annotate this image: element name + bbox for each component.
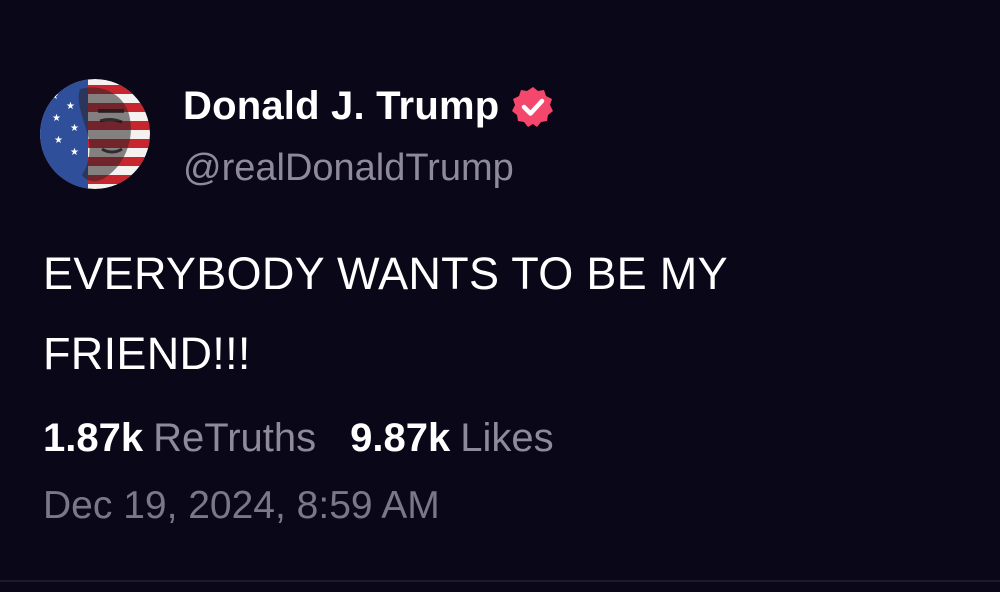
post-stats: 1.87k ReTruths 9.87k Likes [43,416,554,461]
svg-text:★: ★ [66,101,75,112]
avatar-image: ★ ★ ★ ★ ★ ★ [40,79,150,189]
likes-label: Likes [460,416,554,460]
retruths-count: 1.87k [43,416,144,460]
author-avatar[interactable]: ★ ★ ★ ★ ★ ★ [40,79,150,189]
svg-text:★: ★ [70,123,79,134]
svg-text:★: ★ [50,91,59,102]
svg-text:★: ★ [70,147,79,158]
svg-text:★: ★ [52,113,61,124]
svg-text:★: ★ [54,135,63,146]
likes-count: 9.87k [350,416,451,460]
retruths-stat[interactable]: 1.87k ReTruths [43,416,316,461]
verified-badge-icon [511,85,555,129]
author-name-row[interactable]: Donald J. Trump [183,84,555,129]
author-handle[interactable]: @realDonaldTrump [183,147,514,190]
truth-post: ★ ★ ★ ★ ★ ★ Donald J. Trump @realDonaldT… [0,0,1000,592]
divider [0,580,1000,582]
retruths-label: ReTruths [153,416,317,460]
post-timestamp: Dec 19, 2024, 8:59 AM [43,484,440,527]
likes-stat[interactable]: 9.87k Likes [350,416,554,461]
post-body-text: EVERYBODY WANTS TO BE MY FRIEND!!! [43,248,728,379]
author-display-name[interactable]: Donald J. Trump [183,84,499,129]
